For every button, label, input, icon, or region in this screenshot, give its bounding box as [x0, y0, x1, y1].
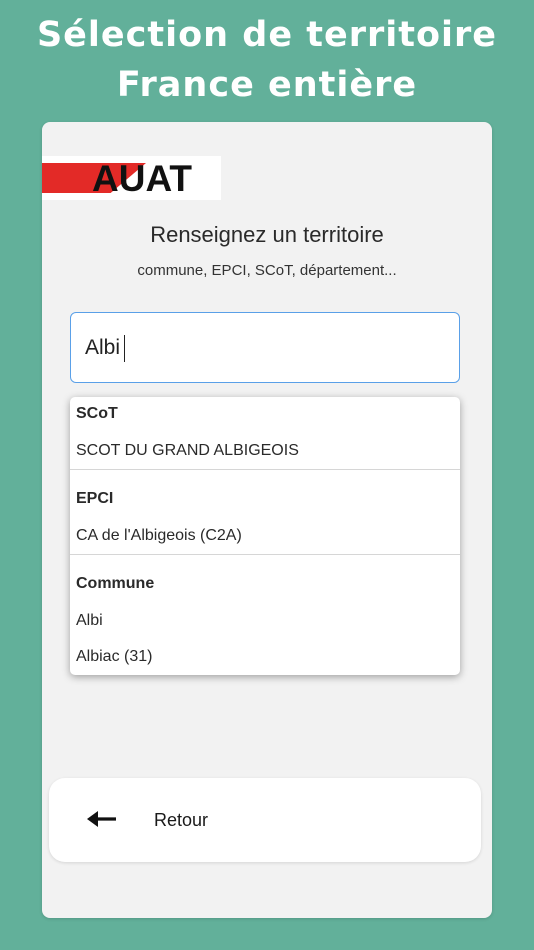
- territory-selection-card: AUAT Renseignez un territoire commune, E…: [42, 122, 492, 918]
- group-divider: [70, 554, 460, 555]
- option-scot-grand-albigeois[interactable]: SCOT DU GRAND ALBIGEOIS: [76, 442, 299, 460]
- headline-line-1: Sélection de territoire: [36, 15, 498, 55]
- logo-text: AUAT: [92, 158, 193, 199]
- page-headline: Sélection de territoire France entière: [0, 10, 534, 110]
- group-divider: [70, 469, 460, 470]
- prompt-title: Renseignez un territoire: [150, 222, 384, 247]
- territory-search-box[interactable]: [70, 312, 460, 383]
- option-albi[interactable]: Albi: [76, 612, 103, 630]
- option-ca-albigeois[interactable]: CA de l'Albigeois (C2A): [76, 527, 242, 545]
- auat-logo: AUAT: [42, 156, 221, 200]
- group-title-scot: SCoT: [76, 405, 118, 422]
- prompt-subtitle: commune, EPCI, SCoT, département...: [137, 262, 397, 279]
- text-caret: [124, 335, 125, 362]
- option-albiac[interactable]: Albiac (31): [76, 648, 152, 666]
- autocomplete-dropdown: SCoT SCOT DU GRAND ALBIGEOIS EPCI CA de …: [70, 397, 460, 675]
- group-title-epci: EPCI: [76, 490, 114, 507]
- territory-search-input[interactable]: [85, 331, 445, 365]
- back-button-label: Retour: [154, 810, 209, 830]
- headline-line-2: France entière: [116, 65, 418, 105]
- back-button[interactable]: Retour: [49, 778, 481, 862]
- arrow-left-icon: [87, 811, 116, 827]
- group-title-commune: Commune: [76, 575, 155, 592]
